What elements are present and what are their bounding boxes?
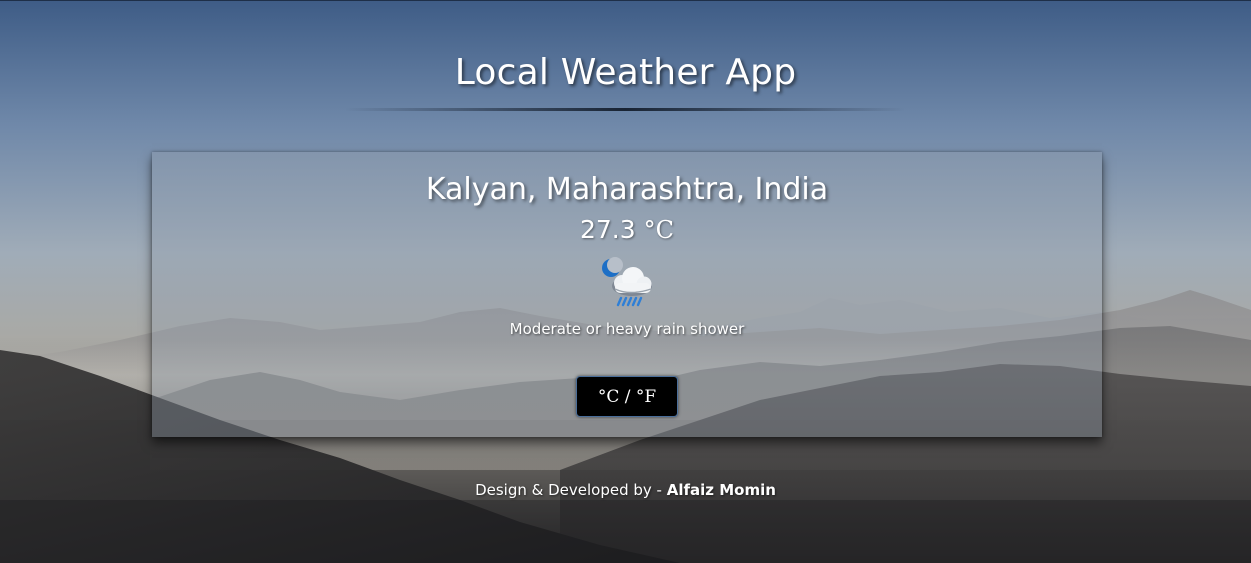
weather-card: Kalyan, Maharashtra, India 27.3 °C Moder…	[152, 152, 1102, 437]
night-rain-shower-icon	[602, 257, 652, 307]
unit-toggle-button[interactable]: °C / °F	[576, 376, 678, 417]
footer-author: Alfaiz Momin	[666, 481, 776, 499]
footer-credit: Design & Developed by - Alfaiz Momin	[0, 481, 1251, 499]
page-title: Local Weather App	[454, 52, 797, 93]
location-label: Kalyan, Maharashtra, India	[425, 172, 829, 207]
temperature-display: 27.3 °C	[152, 215, 1102, 244]
title-divider	[345, 108, 905, 111]
footer-credit-prefix: Design & Developed by -	[475, 481, 667, 499]
temperature-value: 27.3	[580, 215, 636, 244]
temperature-unit: °C	[643, 216, 674, 244]
weather-condition: Moderate or heavy rain shower	[509, 320, 745, 338]
